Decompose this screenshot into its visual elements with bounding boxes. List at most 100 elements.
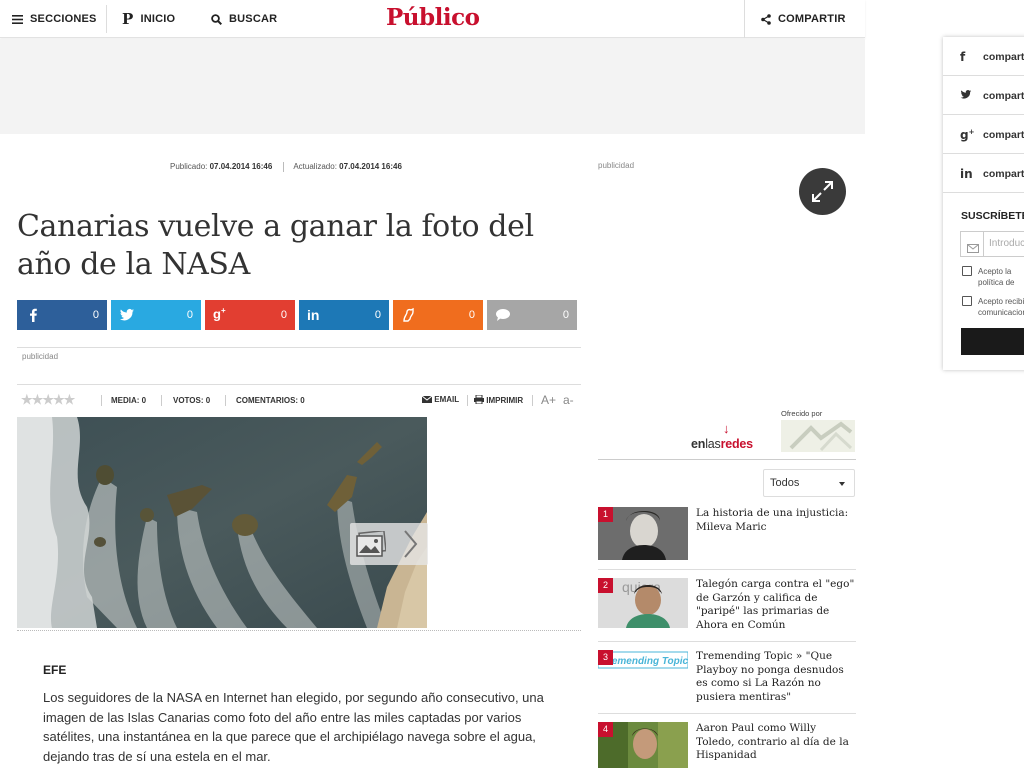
gallery-next-button[interactable] [350,523,428,565]
comments-total: COMENTARIOS: 0 [236,396,305,405]
star-icon[interactable]: ★ [32,392,44,407]
enlasredes-logo[interactable]: enlasredes [691,437,753,451]
share-icon [761,13,771,25]
side-share-facebook[interactable]: f compartir [943,37,1024,76]
share-buttons-row: 0 0 g+ 0 in 0 0 0 [17,300,581,330]
facebook-icon: f [960,50,966,64]
article-body: Los seguidores de la NASA en Internet ha… [43,690,544,764]
print-button[interactable]: IMPRIMIR [474,394,524,405]
article-dates: Publicado: 07.04.2014 16:46 Actualizado:… [170,162,402,172]
input-divider [983,232,984,256]
expand-icon [811,180,834,208]
home-label: INICIO [140,13,176,25]
sidebar-ad-label: publicidad [598,161,635,170]
sections-menu-button[interactable]: SECCIONES [12,0,97,38]
facebook-icon [25,307,41,323]
email-label: EMAIL [434,395,460,404]
sponsor-logo[interactable] [781,420,855,452]
font-increase-button[interactable]: A+ [541,393,556,407]
googleplus-share-button[interactable]: g+ 0 [205,300,295,330]
facebook-share-button[interactable]: 0 [17,300,107,330]
rating-average: MEDIA: 0 [111,396,147,405]
filter-select[interactable]: Todos [763,469,855,497]
subscribe-submit-button[interactable] [961,328,1024,355]
toolbar-divider [532,395,533,406]
side-share-googleplus[interactable]: g+ compartir [943,115,1024,154]
subscribe-email-input[interactable]: Introduce tu email [960,231,1024,257]
side-share-twitter[interactable]: compartir [943,76,1024,115]
comments-count: 0 [562,309,569,321]
arrow-down-icon: ↓ [723,421,730,436]
expand-button[interactable] [799,168,846,215]
article-title: Canarias vuelve a ganar la foto del año … [17,209,534,282]
search-button[interactable]: BUSCAR [211,0,277,38]
twitter-icon [960,89,972,103]
updated-date: 07.04.2014 16:46 [339,162,402,172]
top-navbar: SECCIONES P INICIO BUSCAR Público COMPAR… [0,0,865,38]
trending-title[interactable]: Talegón carga contra el "ego" de Garzón … [696,578,856,632]
print-label: IMPRIMIR [486,396,524,405]
enlasredes-part: las [705,437,721,451]
side-share-linkedin[interactable]: in compartir [943,154,1024,193]
comments-button[interactable]: 0 [487,300,577,330]
linkedin-count: 0 [374,309,381,321]
gallery-icon [356,529,387,562]
trending-title[interactable]: La historia de una injusticia: Mileva Ma… [696,507,856,534]
divider [17,347,581,348]
trending-item[interactable]: quiera 2 Talegón carga contra el "ego" d… [598,578,856,632]
article-source: EFE [43,663,67,677]
linkedin-share-button[interactable]: in 0 [299,300,389,330]
share-button[interactable]: COMPARTIR [761,0,846,38]
hamburger-icon [12,14,23,24]
star-icon[interactable]: ★ [21,392,33,407]
p-logo-icon: P [122,10,134,28]
subscribe-title: SUSCRÍBETE [961,210,1024,222]
search-label: BUSCAR [229,13,278,25]
home-button[interactable]: P INICIO [122,0,175,38]
share-label: COMPARTIR [778,13,846,25]
trending-item[interactable]: 1 La historia de una injusticia: Mileva … [598,507,856,563]
star-icon[interactable]: ★ [53,392,65,407]
side-share-label: compartir [983,168,1024,180]
rating-votes: VOTOS: 0 [173,396,211,405]
trending-rank: 2 [598,578,613,593]
commercial-checkbox[interactable] [962,296,972,306]
email-button[interactable]: EMAIL [421,395,460,404]
twitter-share-button[interactable]: 0 [111,300,201,330]
font-decrease-button[interactable]: a- [563,393,574,407]
star-icon[interactable]: ★ [64,392,76,407]
ad-label: publicidad [22,352,59,361]
sections-label: SECCIONES [30,13,97,25]
trending-title[interactable]: Tremending Topic » "Que Playboy no ponga… [696,650,856,704]
envelope-icon [967,240,979,258]
googleplus-icon: g+ [213,306,226,322]
divider [598,713,856,714]
star-icon[interactable]: ★ [42,392,54,407]
rating-stars[interactable]: ★★★★★ [21,392,76,408]
googleplus-count: 0 [280,309,287,321]
email-placeholder: Introduce tu email [989,238,1024,249]
enlasredes-part: redes [720,437,754,451]
trending-item[interactable]: 4 Aaron Paul como Willy Toledo, contrari… [598,722,856,768]
toolbar-divider [161,395,162,406]
toolbar-divider [467,395,468,406]
search-icon [211,13,222,25]
divider [598,569,856,570]
trending-item[interactable]: Tremending Topic 3 Tremending Topic » "Q… [598,650,856,710]
side-share-label: compartir [983,129,1024,141]
divider [17,384,581,385]
privacy-checkbox[interactable] [962,266,972,276]
trending-rank: 3 [598,650,613,665]
publico-logo[interactable]: Público [386,4,480,31]
meneame-share-button[interactable]: 0 [393,300,483,330]
divider [598,459,856,460]
article-toolbar: ★★★★★ MEDIA: 0 VOTOS: 0 COMENTARIOS: 0 E… [17,392,581,412]
trending-title[interactable]: Aaron Paul como Willy Toledo, contrario … [696,722,856,763]
chevron-right-icon [402,529,418,564]
twitter-icon [119,307,135,323]
updated-label: Actualizado: [293,162,337,172]
published-date: 07.04.2014 16:46 [209,162,273,172]
side-share-label: compartir [983,51,1024,63]
side-share-label: compartir [983,90,1024,102]
nav-divider [106,5,107,33]
